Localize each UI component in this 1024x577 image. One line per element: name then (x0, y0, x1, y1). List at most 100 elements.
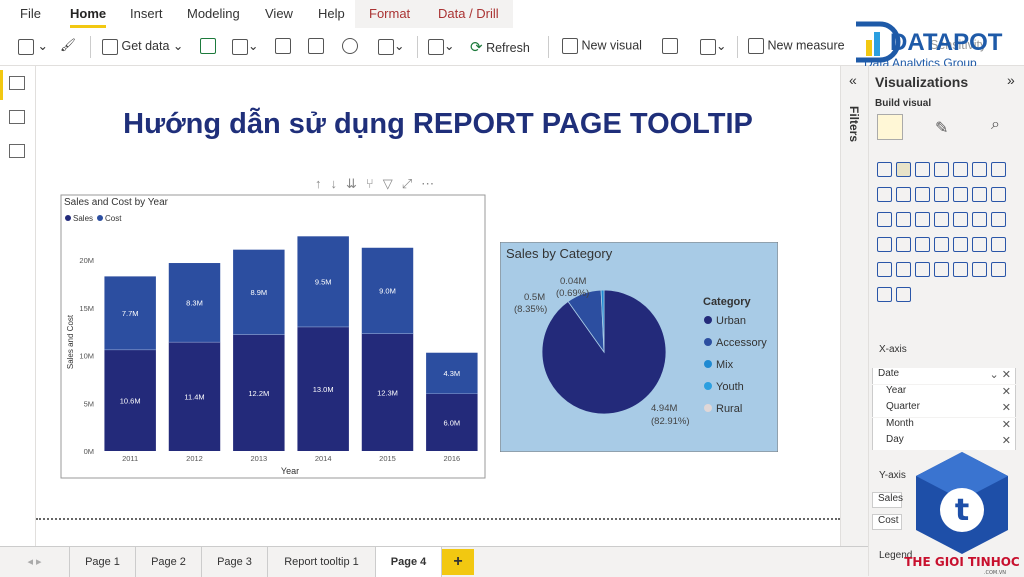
dataverse-icon[interactable] (342, 38, 358, 54)
page-boundary (36, 518, 840, 520)
tab-page-4[interactable]: Page 4 (376, 547, 442, 577)
x-tick-label: 2012 (186, 454, 203, 463)
x-axis-field[interactable]: Year ✕ (872, 384, 1016, 401)
model-view-icon[interactable] (9, 144, 25, 158)
visual-type-icon[interactable] (934, 212, 949, 227)
tab-data-drill[interactable]: Data / Drill (424, 0, 513, 28)
visual-type-icon[interactable] (877, 212, 892, 227)
visual-type-icon[interactable] (953, 212, 968, 227)
paste-icon[interactable]: ⌄ (18, 38, 48, 55)
tab-report-tooltip-1[interactable]: Report tooltip 1 (268, 547, 376, 577)
menu-view[interactable]: View (265, 6, 293, 21)
visual-type-icon[interactable] (877, 262, 892, 277)
visual-type-icon[interactable] (953, 237, 968, 252)
visual-type-icon[interactable] (896, 187, 911, 202)
visual-type-icon[interactable] (915, 212, 930, 227)
build-visual-icon[interactable] (877, 114, 903, 140)
remove-field-icon[interactable]: ✕ (1002, 418, 1011, 431)
tab-scroll-arrows[interactable]: ◂ ▸ (0, 547, 70, 577)
visual-type-icon[interactable] (991, 212, 1006, 227)
table-view-icon[interactable] (9, 110, 25, 124)
menu-home[interactable]: Home (70, 6, 107, 28)
field-label: Quarter (886, 401, 920, 412)
remove-field-icon[interactable]: ⌄ ✕ (990, 368, 1012, 381)
field-label: Cost (878, 515, 899, 526)
visual-type-icon[interactable] (915, 237, 930, 252)
visual-type-icon[interactable] (953, 187, 968, 202)
add-page-button[interactable]: + (442, 549, 474, 575)
x-axis-field[interactable]: Date ⌄ ✕ (872, 368, 1016, 384)
visual-type-icon[interactable] (877, 162, 892, 177)
analytics-icon[interactable]: ⌕ (991, 116, 1000, 134)
refresh-button[interactable]: ⟳ Refresh (470, 38, 530, 56)
y-axis-field[interactable]: Cost (872, 514, 902, 530)
collapse-icon[interactable]: « (849, 72, 857, 88)
bar-sales-label: 6.0M (443, 418, 460, 427)
visual-type-icon[interactable] (896, 287, 911, 302)
visual-type-icon[interactable] (953, 262, 968, 277)
visual-type-icon[interactable] (972, 162, 987, 177)
menu-insert[interactable]: Insert (130, 6, 163, 21)
tab-format[interactable]: Format (355, 0, 425, 28)
legend-cost-dot (97, 215, 103, 221)
visual-type-icon[interactable] (915, 262, 930, 277)
remove-field-icon[interactable]: ✕ (1002, 434, 1011, 447)
report-view-icon[interactable] (9, 76, 25, 90)
visual-type-icon[interactable] (896, 212, 911, 227)
visual-type-icon[interactable] (934, 187, 949, 202)
more-visuals-icon[interactable]: ⌄ (700, 38, 726, 55)
tab-page-2[interactable]: Page 2 (136, 547, 202, 577)
get-data-button[interactable]: Get data ⌄ (102, 38, 183, 55)
tab-page-3[interactable]: Page 3 (202, 547, 268, 577)
y-axis-field[interactable]: Sales (872, 492, 903, 508)
pie-chart[interactable]: Sales by Category Category Urban Accessor… (500, 242, 778, 452)
visual-type-icon[interactable] (934, 237, 949, 252)
new-measure-button[interactable]: New measure (748, 38, 845, 54)
remove-field-icon[interactable]: ✕ (1002, 401, 1011, 414)
expand-icon[interactable]: » (1007, 72, 1015, 88)
menu-modeling[interactable]: Modeling (187, 6, 240, 21)
data-hub-icon[interactable]: ⌄ (232, 38, 258, 55)
visual-type-icon[interactable] (896, 262, 911, 277)
visual-type-icon[interactable] (877, 237, 892, 252)
visual-type-icon[interactable] (991, 187, 1006, 202)
format-visual-icon[interactable]: ✎ (935, 118, 948, 138)
filters-pane[interactable]: « Filters (840, 66, 868, 546)
visual-type-icon[interactable] (934, 162, 949, 177)
visual-type-icon[interactable] (972, 187, 987, 202)
visual-type-icon[interactable] (991, 237, 1006, 252)
bar-cost-label: 9.5M (315, 278, 332, 287)
visual-type-icon[interactable] (934, 262, 949, 277)
pie-legend-label: Youth (716, 381, 744, 393)
x-axis-field[interactable]: Month ✕ (872, 417, 1016, 434)
remove-field-icon[interactable]: ✕ (1002, 385, 1011, 398)
menu-file[interactable]: File (20, 6, 41, 21)
transform-data-icon[interactable]: ⌄ (428, 38, 454, 55)
bar-chart[interactable]: Sales and Cost by Year Sales Cost Sales … (60, 192, 488, 480)
sql-icon[interactable] (275, 38, 291, 54)
enter-data-icon[interactable] (308, 38, 324, 54)
x-axis-field[interactable]: Quarter ✕ (872, 401, 1016, 417)
visual-type-icon[interactable] (896, 162, 911, 177)
visual-type-icon[interactable] (915, 187, 930, 202)
visual-type-icon[interactable] (877, 287, 892, 302)
visual-type-icon[interactable] (877, 187, 892, 202)
refresh-icon: ⟳ (470, 39, 483, 56)
visual-type-icon[interactable] (991, 262, 1006, 277)
visual-header-icons[interactable]: ↑↓⇊⑂▽⤢⋯ (315, 176, 443, 192)
tab-page-1[interactable]: Page 1 (70, 547, 136, 577)
visual-type-icon[interactable] (972, 262, 987, 277)
visual-type-icon[interactable] (953, 162, 968, 177)
new-visual-button[interactable]: New visual (562, 38, 642, 54)
text-box-icon[interactable] (662, 38, 678, 54)
format-painter-icon[interactable]: 🖌 (60, 38, 76, 53)
visual-type-icon[interactable] (991, 162, 1006, 177)
recent-sources-icon[interactable]: ⌄ (378, 38, 404, 55)
menu-help[interactable]: Help (318, 6, 345, 21)
visual-type-icon[interactable] (972, 237, 987, 252)
pie-label-mix-pct: (0.69%) (556, 288, 589, 299)
visual-type-icon[interactable] (915, 162, 930, 177)
visual-type-icon[interactable] (896, 237, 911, 252)
excel-icon[interactable] (200, 38, 216, 54)
visual-type-icon[interactable] (972, 212, 987, 227)
